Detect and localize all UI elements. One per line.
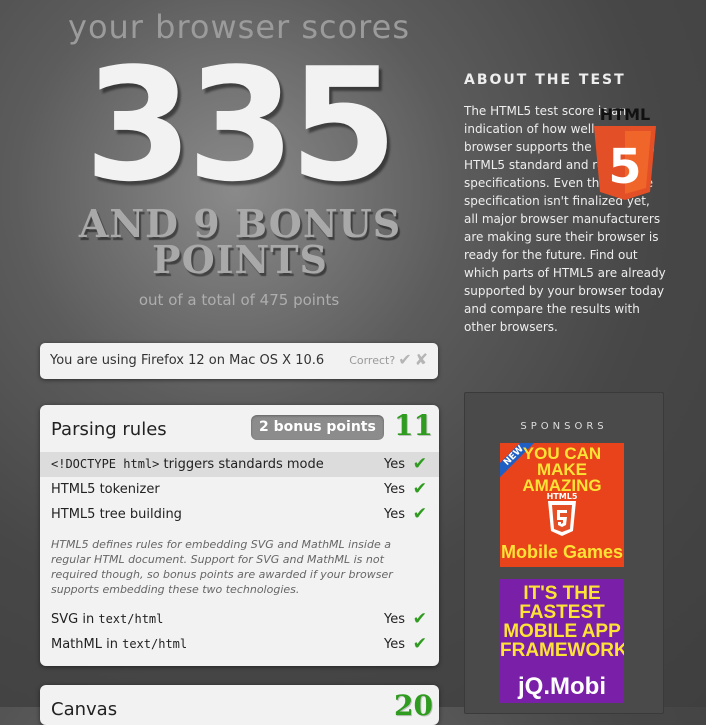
check-icon: ✔ [412, 504, 427, 524]
about-title: ABOUT THE TEST [464, 72, 626, 88]
html5-logo-icon: HTML 5 [594, 105, 656, 200]
ad-subline: Mobile Games [500, 542, 624, 562]
section-title: Parsing rules [51, 419, 167, 440]
confirm-check-icon[interactable]: ✔ [398, 352, 411, 368]
sponsor-ad-jqmobi[interactable]: IT'S THE FASTEST MOBILE APP FRAMEWORK jQ… [500, 579, 624, 703]
test-label: SVG in text/html [51, 612, 164, 627]
check-icon: ✔ [412, 479, 427, 499]
ad-headline: IT'S THE FASTEST MOBILE APP FRAMEWORK [500, 583, 624, 661]
check-icon: ✔ [412, 609, 427, 629]
ad-headline: YOU CAN MAKE AMAZING [522, 444, 602, 495]
sponsor-ad-mobile-games[interactable]: NEW YOU CAN MAKE AMAZING HTML5 Mobile Ga… [500, 443, 624, 567]
test-label: HTML5 tokenizer [51, 482, 160, 497]
total-points-text: out of a total of 475 points [138, 291, 340, 309]
test-row[interactable]: MathML in text/html Yes ✔ [40, 632, 439, 657]
test-result: Yes [384, 637, 405, 652]
sponsors-panel: SPONSORS NEW YOU CAN MAKE AMAZING HTML5 … [464, 392, 664, 714]
correct-prompt: Correct? ✔ ✘ [349, 352, 428, 368]
bonus-points-badge: 2 bonus points [251, 415, 384, 440]
test-label: <!DOCTYPE html> triggers standards mode [51, 457, 324, 472]
section-score: 11 [394, 409, 433, 442]
svg-text:HTML: HTML [600, 105, 650, 124]
section-score: 20 [394, 689, 433, 722]
ad-html5-label: HTML5 [546, 492, 578, 501]
test-label: HTML5 tree building [51, 507, 182, 522]
test-result: Yes [384, 457, 405, 472]
test-label: MathML in text/html [51, 637, 188, 652]
total-score: 335 [84, 34, 398, 216]
sponsors-title: SPONSORS [520, 421, 608, 432]
test-row[interactable]: SVG in text/html Yes ✔ [40, 607, 439, 632]
test-row[interactable]: <!DOCTYPE html> triggers standards mode … [40, 452, 439, 477]
correct-label: Correct? [349, 353, 396, 367]
section-header[interactable]: Parsing rules 2 bonus points 11 [40, 405, 439, 452]
test-row[interactable]: HTML5 tree building Yes ✔ [40, 502, 439, 527]
ad-brand: jQ.Mobi [518, 673, 606, 700]
section-note: HTML5 defines rules for embedding SVG an… [51, 538, 393, 596]
test-result: Yes [384, 482, 405, 497]
section-canvas: Canvas 20 [40, 685, 439, 725]
bonus-points-text: AND 9 BONUS POINTS [78, 201, 402, 282]
section-header[interactable]: Canvas 20 [40, 685, 439, 725]
test-row[interactable]: HTML5 tokenizer Yes ✔ [40, 477, 439, 502]
html5-shield-icon [548, 501, 576, 536]
browser-detection-box: You are using Firefox 12 on Mac OS X 10.… [40, 343, 438, 379]
test-result: Yes [384, 612, 405, 627]
test-result: Yes [384, 507, 405, 522]
svg-text:5: 5 [608, 139, 641, 195]
check-icon: ✔ [412, 634, 427, 654]
browser-detection-text: You are using Firefox 12 on Mac OS X 10.… [50, 353, 325, 368]
reject-x-icon[interactable]: ✘ [415, 352, 428, 368]
check-icon: ✔ [412, 454, 427, 474]
section-title: Canvas [51, 699, 118, 720]
section-parsing-rules: Parsing rules 2 bonus points 11 <!DOCTYP… [40, 405, 439, 666]
